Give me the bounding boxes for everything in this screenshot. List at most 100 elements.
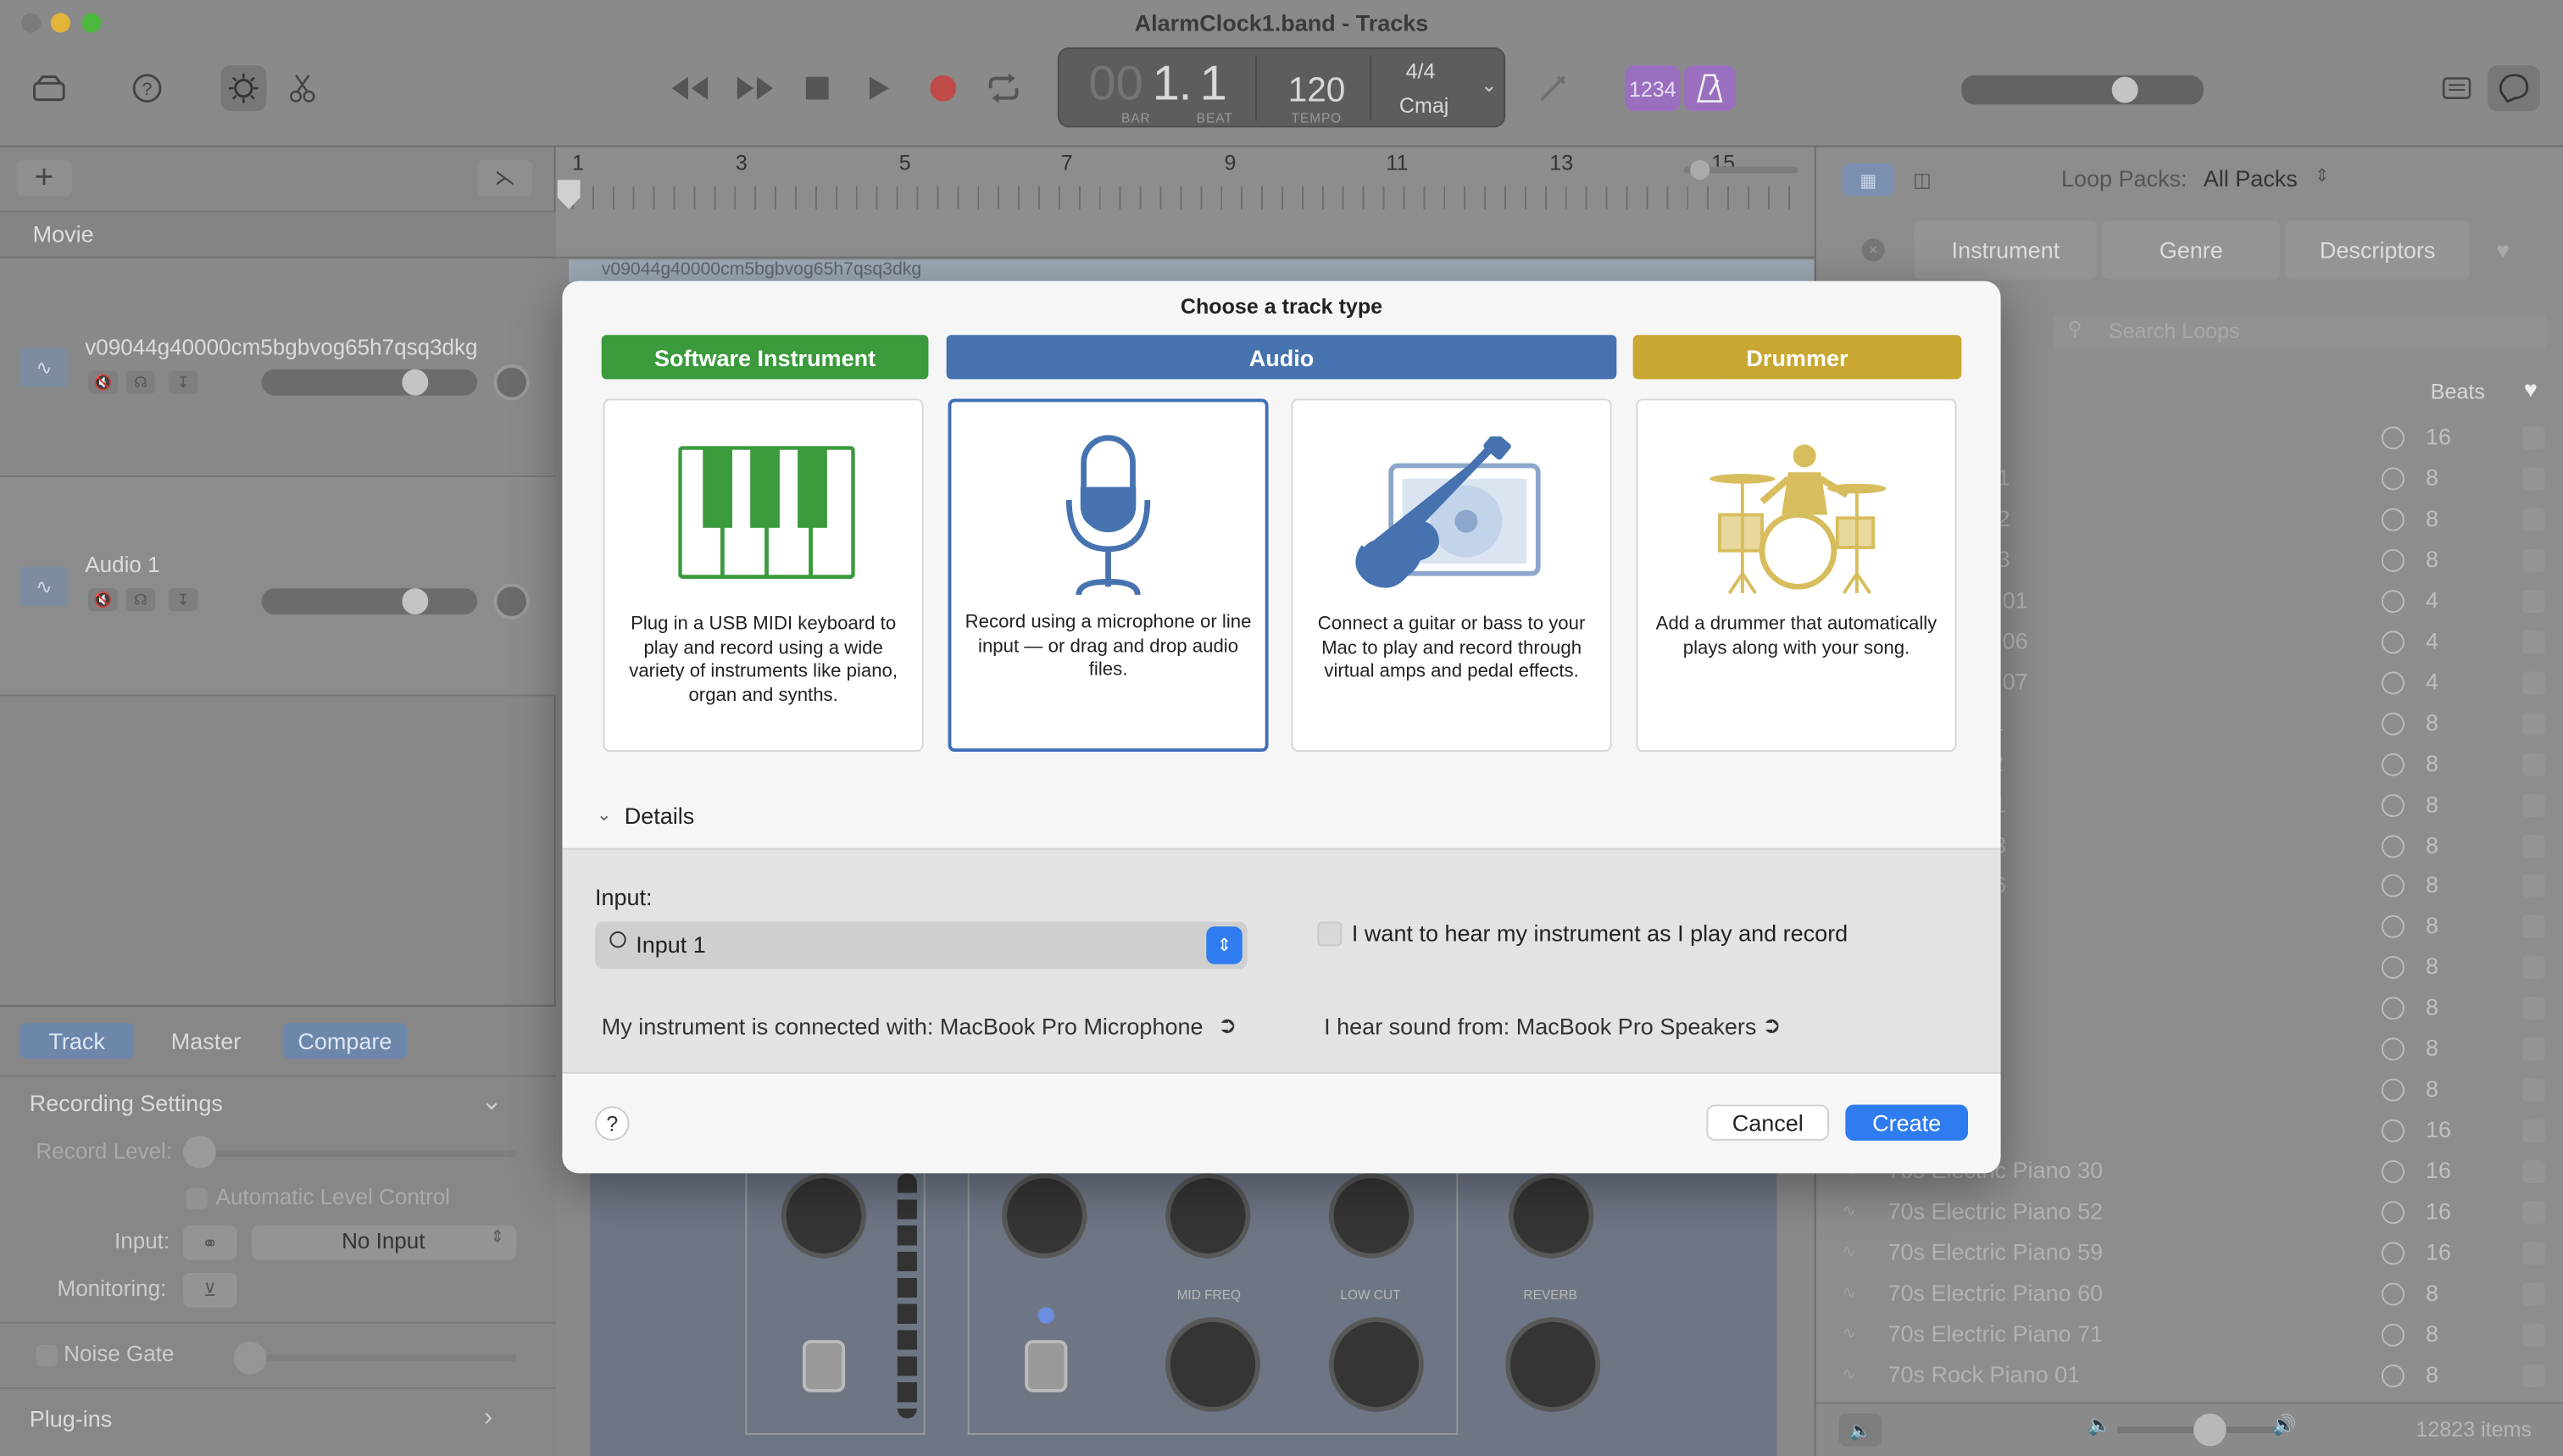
favorite-checkbox[interactable] [2521, 548, 2545, 572]
loop-view-icon[interactable]: ▦ [1842, 163, 1895, 197]
monitoring-icon[interactable]: ⊻ [182, 1273, 237, 1308]
beats-header[interactable]: Beats [2431, 379, 2485, 403]
heart-icon[interactable]: ♥ [2496, 237, 2510, 264]
search-input[interactable]: Search Loops [2053, 314, 2547, 350]
download-icon[interactable] [2381, 467, 2405, 491]
lcd-chevron-down-icon[interactable]: ⌄ [1481, 74, 1497, 97]
amp-knob[interactable] [1165, 1173, 1251, 1259]
chevron-down-icon[interactable]: ⌄ [481, 1085, 503, 1118]
input-select[interactable]: No Input ⇕ [251, 1225, 517, 1260]
download-icon[interactable] [2381, 1282, 2405, 1306]
record-icon[interactable] [920, 65, 966, 111]
plugins-heading[interactable]: Plug-ins [30, 1405, 113, 1431]
favorite-checkbox[interactable] [2521, 1037, 2545, 1061]
favorite-checkbox[interactable] [2521, 956, 2545, 980]
download-icon[interactable] [2381, 834, 2405, 858]
loop-packs-value[interactable]: All Packs [2204, 165, 2298, 192]
favorite-checkbox[interactable] [2521, 834, 2545, 858]
track-1-volume-slider[interactable] [261, 369, 478, 396]
download-icon[interactable] [2381, 508, 2405, 531]
favorite-checkbox[interactable] [2521, 508, 2545, 531]
favorite-checkbox[interactable] [2521, 630, 2545, 653]
hear-instrument-checkbox[interactable] [1317, 921, 1343, 947]
filter-tab-instrument[interactable]: Instrument [1914, 220, 2098, 280]
download-icon[interactable] [2381, 630, 2405, 653]
favorite-checkbox[interactable] [2521, 1364, 2545, 1387]
stepper-icon[interactable]: ⇕ [1206, 926, 1243, 964]
track-2-volume-slider[interactable] [261, 588, 478, 614]
heart-icon[interactable]: ♥ [2524, 375, 2538, 402]
arrow-circle-icon[interactable]: ➲ [1218, 1012, 1237, 1040]
mid-freq-knob[interactable] [1165, 1317, 1260, 1412]
speaker-icon[interactable]: 🔈 [1838, 1413, 1882, 1447]
add-track-button[interactable]: + [16, 159, 72, 197]
download-icon[interactable] [2381, 589, 2405, 613]
favorite-checkbox[interactable] [2521, 426, 2545, 450]
tuner-icon[interactable] [1530, 65, 1576, 111]
mute-icon[interactable]: 🔇 [88, 588, 118, 612]
cycle-icon[interactable] [981, 65, 1026, 111]
details-disclosure[interactable]: Details [625, 803, 695, 829]
record-level-slider[interactable] [196, 1150, 517, 1158]
chevron-right-icon[interactable]: › [484, 1403, 492, 1433]
favorite-checkbox[interactable] [2521, 711, 2545, 735]
automatic-level-checkbox[interactable] [186, 1187, 208, 1209]
master-volume-slider[interactable] [1961, 75, 2204, 105]
fast-forward-icon[interactable] [732, 65, 778, 111]
download-icon[interactable] [2381, 1037, 2405, 1061]
track-1-volume-thumb[interactable] [402, 369, 429, 396]
filter-tab-descriptors[interactable]: Descriptors [2285, 220, 2471, 280]
download-icon[interactable] [2381, 1078, 2405, 1102]
amp-knob[interactable] [1328, 1173, 1415, 1259]
loop-row[interactable]: ∿ 70s Electric Piano 60 8 [1816, 1275, 2563, 1315]
loop-row[interactable]: ∿ 70s Rock Piano 01 8 [1816, 1356, 2563, 1397]
noise-gate-checkbox[interactable] [36, 1344, 58, 1366]
cancel-button[interactable]: Cancel [1706, 1104, 1830, 1141]
tab-master[interactable]: Master [147, 1023, 265, 1059]
audio-header[interactable]: Audio [946, 335, 1617, 380]
amp-knob[interactable] [781, 1173, 867, 1259]
headphones-icon[interactable]: ☊ [125, 588, 156, 612]
smart-controls-icon[interactable] [220, 65, 267, 112]
download-icon[interactable] [2381, 1242, 2405, 1265]
software-instrument-header[interactable]: Software Instrument [601, 335, 929, 380]
amp-knob[interactable] [1509, 1173, 1594, 1259]
help-icon[interactable]: ? [125, 65, 170, 111]
record-level-thumb[interactable] [182, 1136, 216, 1169]
download-icon[interactable] [2381, 548, 2405, 572]
download-icon[interactable] [2381, 793, 2405, 817]
zoom-thumb[interactable] [1690, 159, 1710, 181]
download-icon[interactable] [2381, 875, 2405, 898]
favorite-checkbox[interactable] [2521, 1242, 2545, 1265]
favorite-checkbox[interactable] [2521, 1201, 2545, 1225]
record-enable-icon[interactable]: ↧ [168, 370, 198, 394]
card-microphone[interactable]: Record using a microphone or line input … [948, 398, 1269, 752]
toggle-switch[interactable] [802, 1340, 846, 1392]
reverb-knob[interactable] [1505, 1317, 1601, 1412]
loop-browser-icon[interactable] [2488, 65, 2540, 112]
favorite-checkbox[interactable] [2521, 467, 2545, 491]
tab-compare[interactable]: Compare [282, 1023, 408, 1059]
master-volume-thumb[interactable] [2111, 76, 2138, 103]
create-button[interactable]: Create [1845, 1104, 1968, 1141]
download-icon[interactable] [2381, 1160, 2405, 1184]
favorite-checkbox[interactable] [2521, 1120, 2545, 1143]
track-1-pan-knob[interactable] [493, 364, 530, 401]
favorite-checkbox[interactable] [2521, 1323, 2545, 1347]
noise-gate-slider[interactable] [245, 1354, 517, 1362]
record-enable-icon[interactable]: ↧ [168, 588, 198, 612]
input-select[interactable]: Input 1 ⇕ [594, 921, 1248, 970]
track-2-volume-thumb[interactable] [402, 588, 429, 614]
loop-row[interactable]: ∿ 70s Electric Piano 71 8 [1816, 1315, 2563, 1356]
download-icon[interactable] [2381, 670, 2405, 694]
download-icon[interactable] [2381, 426, 2405, 450]
drummer-header[interactable]: Drummer [1632, 335, 1962, 380]
catch-playhead-icon[interactable]: ⋋ [477, 159, 533, 197]
card-drummer[interactable]: Add a drummer that automatically plays a… [1636, 398, 1957, 752]
library-icon[interactable] [26, 65, 72, 111]
stop-icon[interactable] [794, 65, 840, 111]
track-2-pan-knob[interactable] [493, 583, 530, 620]
favorite-checkbox[interactable] [2521, 589, 2545, 613]
reset-filter-icon[interactable]: × [1861, 238, 1885, 262]
audio-region[interactable]: v09044g40000cm5bgbvog65h7qsq3dkg [569, 259, 1815, 283]
